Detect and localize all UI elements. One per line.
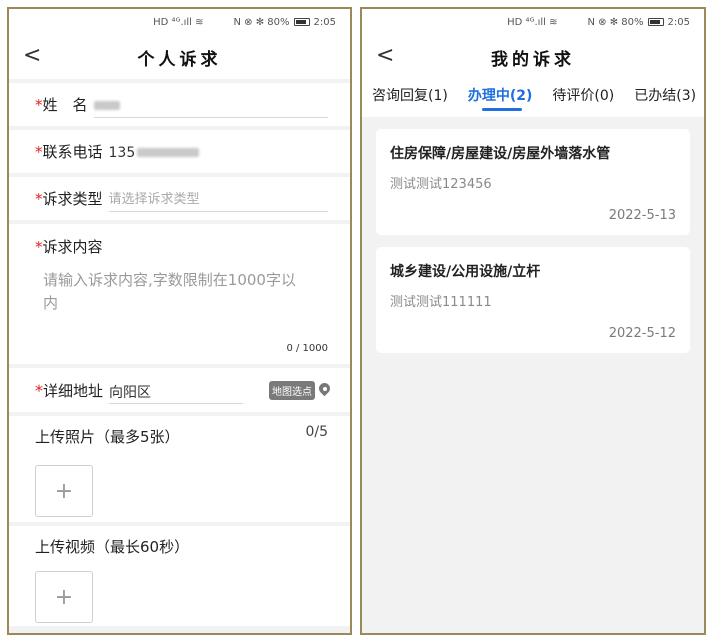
- status-tabs: 咨询回复(1) 办理中(2) 待评价(0) 已办结(3): [362, 79, 704, 117]
- photo-count: 0/5: [305, 424, 328, 440]
- photo-section: 上传照片（最多5张） 0/5 +: [9, 416, 350, 522]
- video-section: 上传视频（最长60秒） +: [9, 526, 350, 626]
- redacted-phone: [137, 148, 200, 157]
- photo-upload: 上传照片（最多5张） 0/5 +: [9, 416, 350, 522]
- add-photo-button[interactable]: +: [35, 465, 93, 517]
- appeal-card[interactable]: 住房保障/房屋建设/房屋外墙落水管 测试测试123456 2022-5-13: [376, 129, 690, 235]
- personal-appeal-screen: HD ⁴ᴳ.ıll ≋ N ⊗ ✻ 80% 2:05 < 个人诉求 * 姓 名 …: [7, 7, 352, 635]
- phone-section: * 联系电话 135: [9, 130, 350, 173]
- content-textarea[interactable]: 请输入诉求内容,字数限制在1000字以内: [43, 269, 303, 315]
- type-row: * 诉求类型 请选择诉求类型: [9, 177, 350, 220]
- char-counter: 0 / 1000: [286, 343, 328, 354]
- type-label: 诉求类型: [42, 190, 103, 208]
- page-title: 我的诉求: [491, 49, 575, 70]
- nav-bar: < 我的诉求: [362, 35, 704, 79]
- tab-pending-review[interactable]: 待评价(0): [552, 79, 614, 117]
- appeal-desc: 测试测试123456: [390, 177, 492, 192]
- location-pin-icon[interactable]: [319, 383, 330, 397]
- back-icon[interactable]: <: [23, 43, 41, 68]
- nav-bar: < 个人诉求: [9, 35, 350, 79]
- map-select-button[interactable]: 地图选点: [269, 380, 315, 400]
- name-field[interactable]: [93, 92, 328, 118]
- photo-label: 上传照片（最多5张）: [35, 428, 180, 446]
- status-icons: N ⊗ ✻ 80% 2:05: [588, 17, 690, 28]
- appeal-card[interactable]: 城乡建设/公用设施/立杆 测试测试111111 2022-5-12: [376, 247, 690, 353]
- address-row: * 详细地址 向阳区 地图选点: [9, 368, 350, 412]
- appeal-date: 2022-5-13: [608, 208, 676, 223]
- address-section: * 详细地址 向阳区 地图选点: [9, 368, 350, 412]
- address-label: 详细地址: [43, 381, 104, 400]
- tab-consult-reply[interactable]: 咨询回复(1): [372, 79, 448, 117]
- page-title: 个人诉求: [137, 49, 222, 70]
- battery-icon: [647, 18, 664, 26]
- appeal-desc: 测试测试111111: [390, 295, 492, 310]
- name-label: 姓 名: [42, 96, 88, 114]
- appeal-title: 住房保障/房屋建设/房屋外墙落水管: [390, 146, 611, 162]
- signal-icon: HD ⁴ᴳ.ıll ≋: [153, 16, 204, 28]
- content-label: *诉求内容: [35, 236, 324, 257]
- status-bar: HD ⁴ᴳ.ıll ≋ N ⊗ ✻ 80% 2:05: [9, 9, 350, 35]
- status-time: 2:05: [313, 16, 336, 28]
- status-bar: HD ⁴ᴳ.ıll ≋ N ⊗ ✻ 80% 2:05: [362, 9, 704, 35]
- battery-icon: [293, 18, 310, 26]
- phone-row: * 联系电话 135: [9, 130, 350, 173]
- status-time: 2:05: [667, 16, 690, 28]
- required-mark: *: [35, 238, 43, 256]
- type-section: * 诉求类型 请选择诉求类型: [9, 177, 350, 220]
- address-field[interactable]: 向阳区: [109, 376, 244, 404]
- phone-label: 联系电话: [42, 143, 103, 161]
- video-label: 上传视频（最长60秒）: [35, 538, 190, 556]
- required-mark: *: [35, 95, 43, 114]
- required-mark: *: [35, 142, 43, 161]
- required-mark: *: [35, 189, 43, 208]
- phone-field[interactable]: 135: [109, 139, 328, 165]
- back-icon[interactable]: <: [376, 43, 394, 68]
- content-section: *诉求内容 请输入诉求内容,字数限制在1000字以内 0 / 1000: [9, 224, 350, 364]
- status-icons: N ⊗ ✻ 80% 2:05: [234, 17, 336, 28]
- add-video-button[interactable]: +: [35, 571, 93, 623]
- content-label-text: 诉求内容: [42, 238, 103, 256]
- required-mark: *: [35, 380, 43, 400]
- tab-completed[interactable]: 已办结(3): [634, 79, 696, 117]
- status-indicators: N ⊗ ✻ 80%: [587, 16, 644, 28]
- signal-icon: HD ⁴ᴳ.ıll ≋: [507, 16, 558, 28]
- tab-in-progress[interactable]: 办理中(2): [468, 79, 532, 117]
- appeal-date: 2022-5-12: [608, 326, 676, 341]
- redacted-name: [93, 101, 120, 110]
- content-box: *诉求内容 请输入诉求内容,字数限制在1000字以内 0 / 1000: [9, 224, 350, 364]
- phone-prefix: 135: [108, 144, 136, 161]
- name-row: * 姓 名: [9, 83, 350, 126]
- video-upload: 上传视频（最长60秒） +: [9, 526, 350, 626]
- name-section: * 姓 名: [9, 83, 350, 126]
- type-select[interactable]: 请选择诉求类型: [108, 186, 328, 212]
- appeal-title: 城乡建设/公用设施/立杆: [390, 264, 541, 280]
- status-indicators: N ⊗ ✻ 80%: [233, 16, 290, 28]
- my-appeals-screen: HD ⁴ᴳ.ıll ≋ N ⊗ ✻ 80% 2:05 < 我的诉求 咨询回复(1…: [360, 7, 706, 635]
